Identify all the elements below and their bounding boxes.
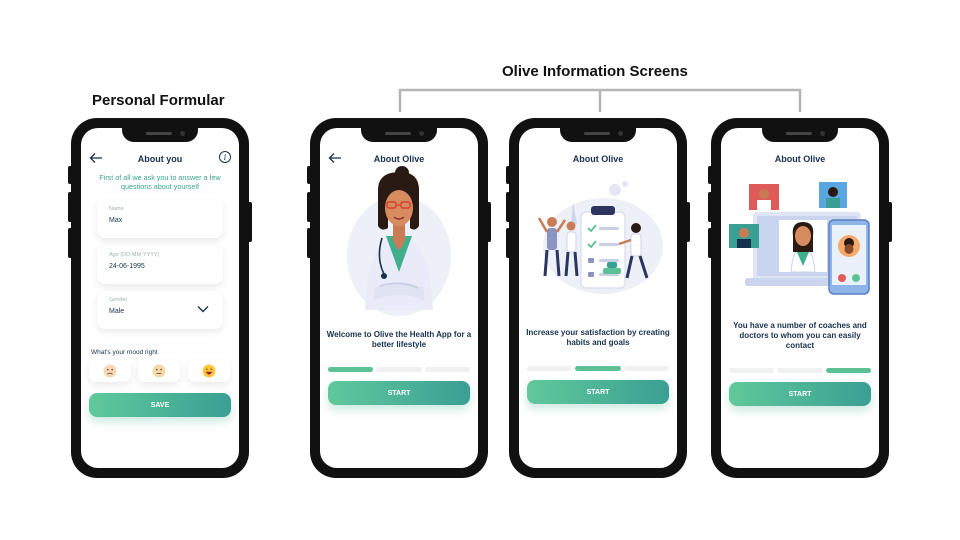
phone-info-habits: About Olive Increase your satisfaction b… (506, 118, 690, 478)
info-screen-2: About Olive Increase your satisfaction b… (519, 128, 677, 468)
progress-step-3 (623, 366, 669, 371)
doctor-illustration (347, 166, 451, 316)
info-caption: Increase your satisfaction by creating h… (526, 328, 670, 347)
mood-option-laughing[interactable] (188, 360, 230, 382)
mood-option-sad[interactable] (89, 360, 131, 382)
progress-indicator (328, 367, 470, 372)
phone-info-coaches: About Olive You have a number of coaches… (708, 118, 892, 478)
name-field-value[interactable]: Max (109, 217, 122, 224)
info-screen-1: About Olive Welcome to Olive the Health … (320, 128, 478, 468)
progress-indicator (527, 366, 669, 371)
progress-step-1 (527, 366, 573, 371)
progress-step-2 (376, 367, 422, 372)
video-call-illustration (729, 182, 870, 295)
age-field-label: Age (DD-MM-YYYY) (109, 252, 160, 258)
progress-step-3 (424, 367, 470, 372)
progress-step-3 (825, 368, 871, 373)
progress-step-2 (575, 366, 621, 371)
phone-info-welcome: About Olive Welcome to Olive the Health … (307, 118, 491, 478)
gender-select[interactable]: Gender Male (97, 291, 223, 329)
progress-indicator (729, 368, 871, 373)
info-icon[interactable]: i (219, 151, 231, 163)
sad-face-icon (103, 364, 117, 378)
page-title: About you (137, 154, 183, 164)
start-button[interactable]: START (328, 381, 470, 405)
start-button[interactable]: START (527, 380, 669, 404)
info-screen-3: About Olive You have a number of coaches… (721, 128, 879, 468)
age-field[interactable]: Age (DD-MM-YYYY) 24-06-1995 (97, 246, 223, 284)
gender-select-label: Gender (109, 297, 128, 303)
info-caption: Welcome to Olive the Health App for a be… (326, 330, 472, 349)
name-field-label: Name (109, 206, 124, 212)
info-caption: You have a number of coaches and doctors… (733, 321, 867, 350)
mood-label: What's your mood right (91, 349, 158, 356)
progress-step-1 (328, 367, 374, 372)
neutral-face-icon (152, 364, 166, 378)
age-field-value[interactable]: 24-06-1995 (109, 263, 145, 270)
form-screen: About you i First of all we ask you to a… (81, 128, 239, 468)
intro-text: First of all we ask you to answer a few … (99, 173, 221, 191)
progress-step-1 (729, 368, 775, 373)
mood-option-neutral[interactable] (138, 360, 180, 382)
save-button[interactable]: SAVE (89, 393, 231, 417)
habits-goals-illustration (537, 181, 663, 294)
phone-personal-form: About you i First of all we ask you to a… (68, 118, 252, 478)
notch (122, 128, 198, 142)
laughing-face-icon (202, 364, 216, 378)
chevron-down-icon[interactable] (197, 305, 209, 313)
name-field[interactable]: Name Max (97, 200, 223, 238)
start-button[interactable]: START (729, 382, 871, 406)
progress-step-2 (777, 368, 823, 373)
gender-select-value: Male (109, 308, 125, 315)
